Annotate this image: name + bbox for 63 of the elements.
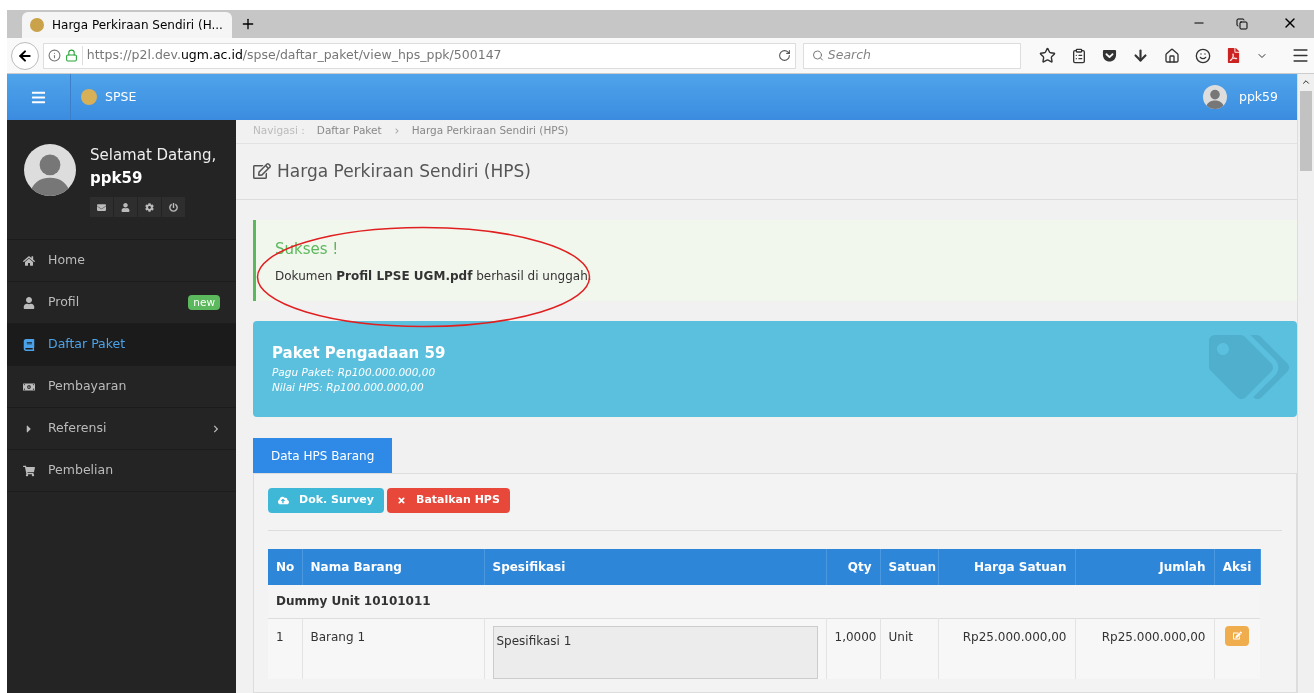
menu-icon[interactable] — [1291, 46, 1310, 65]
package-title: Paket Pengadaan 59 — [272, 343, 447, 364]
address-field[interactable]: https://p2l.dev.ugm.ac.id/spse/daftar_paket/view_hps_ppk/500147 — [42, 42, 796, 69]
book-icon — [23, 338, 35, 351]
package-detail: Nilai HPS: Rp100.000.000,00 — [272, 380, 425, 396]
cloud-upload-icon — [278, 495, 289, 506]
logo-icon — [81, 89, 97, 105]
search-icon — [811, 49, 824, 62]
sidebar-item[interactable]: Daftar Paket — [7, 324, 236, 366]
reading-list-icon[interactable] — [1071, 47, 1087, 64]
profile-button[interactable] — [114, 197, 137, 217]
table-cell: Barang 1 — [302, 618, 484, 679]
expand-chevron-icon — [212, 424, 220, 433]
close-icon — [397, 496, 406, 505]
scroll-up-icon[interactable] — [1301, 77, 1311, 87]
cart-icon — [23, 464, 35, 477]
settings-button[interactable] — [138, 197, 161, 217]
edit-icon — [253, 162, 271, 181]
tab[interactable]: Data HPS Barang — [253, 438, 393, 473]
group-title: Dummy Unit 10101011 — [268, 585, 1260, 618]
mail-button[interactable] — [90, 197, 113, 217]
table-cell: Unit — [880, 618, 938, 679]
page-title: Harga Perkiraan Sendiri (HPS) — [277, 159, 531, 183]
restore-icon[interactable] — [1236, 18, 1248, 30]
gear-icon — [145, 202, 154, 212]
bookmark-star-icon[interactable] — [1039, 47, 1056, 64]
lock-icon — [64, 49, 78, 62]
info-icon — [47, 49, 61, 62]
user-avatar — [1203, 85, 1227, 109]
home-icon[interactable] — [1164, 47, 1180, 64]
search-field[interactable]: Search — [802, 42, 1021, 69]
table-cell: Rp25.000.000,00 — [938, 618, 1075, 679]
specification-field[interactable]: Spesifikasi 1 — [492, 625, 818, 679]
profile-username: ppk59 — [90, 167, 144, 189]
table-cell: 1 — [268, 618, 302, 679]
breadcrumb-separator-icon — [393, 128, 400, 135]
package-detail: Pagu Paket: Rp100.000.000,00 — [272, 364, 437, 380]
back-button[interactable] — [11, 41, 39, 70]
table-cell: Rp25.000.000,00 — [1075, 618, 1214, 679]
banknote-icon — [23, 380, 35, 393]
profile-avatar — [24, 144, 76, 196]
logout-button[interactable] — [162, 197, 185, 217]
smiley-icon[interactable] — [1195, 47, 1211, 64]
home-icon — [23, 254, 35, 267]
power-icon — [169, 202, 178, 212]
envelope-icon — [97, 202, 106, 212]
cancel-button[interactable]: Batalkan HPS — [387, 488, 510, 513]
table-cell: 1,0000 — [826, 618, 880, 679]
browser-tab[interactable]: Harga Perkiraan Sendiri (H... — [22, 12, 232, 38]
scrollbar-thumb[interactable] — [1300, 91, 1312, 171]
search-input[interactable]: Search — [827, 46, 1012, 65]
reload-icon[interactable] — [777, 49, 791, 62]
sidebar-toggle-icon[interactable] — [31, 89, 46, 105]
pdf-icon[interactable] — [1226, 48, 1241, 63]
greeting-text: Selamat Datang, — [90, 145, 217, 166]
site-icon — [30, 18, 44, 32]
download-icon[interactable] — [1132, 47, 1149, 64]
new-badge: new — [188, 294, 220, 311]
user-icon — [23, 296, 35, 309]
edit-icon — [1232, 631, 1242, 640]
pocket-icon[interactable] — [1102, 48, 1117, 63]
new-tab-icon[interactable] — [240, 16, 256, 32]
user-icon — [121, 202, 130, 212]
